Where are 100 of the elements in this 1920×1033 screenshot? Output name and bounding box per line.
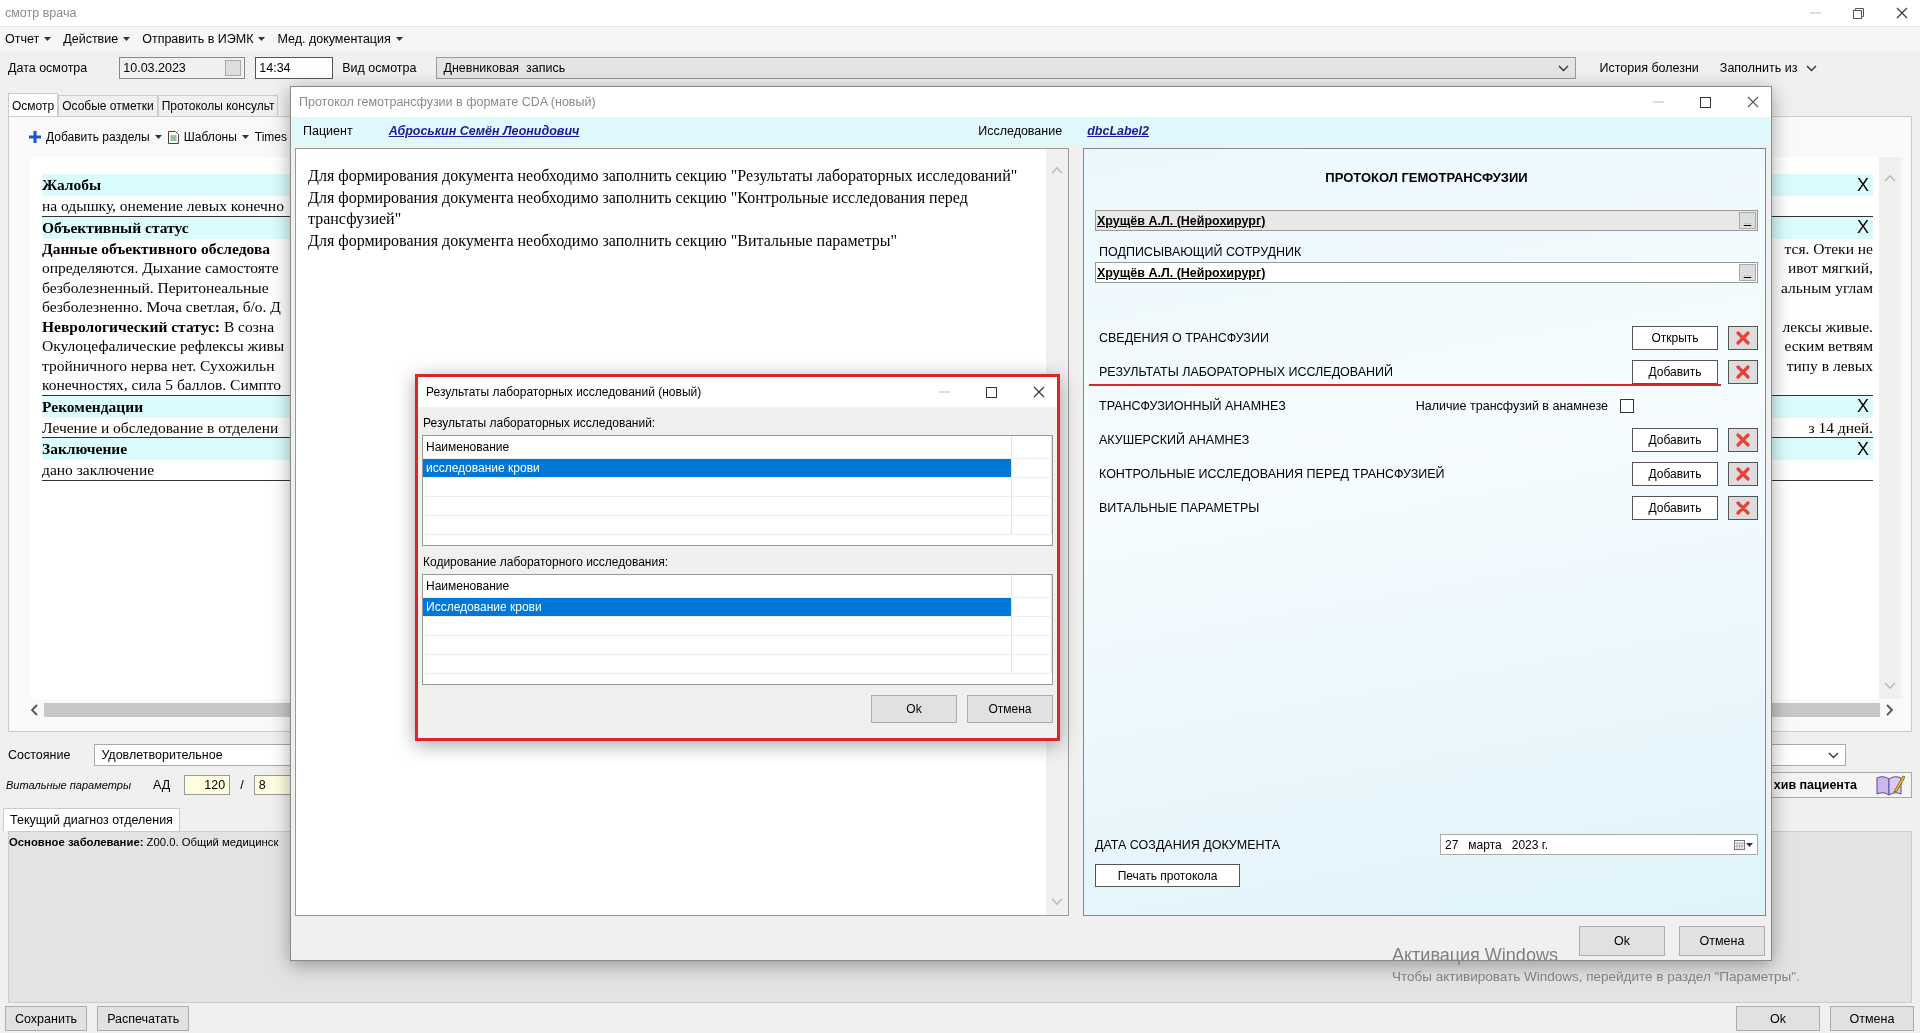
delete-button[interactable]	[1728, 360, 1758, 384]
dialog-title: Результаты лабораторных исследований (новый)	[426, 385, 702, 399]
document-text: типу в левых	[1786, 355, 1873, 375]
document-text: тройничного нерва нет. Сухожильн	[42, 355, 275, 375]
remove-section-button[interactable]: X	[1853, 217, 1873, 238]
delete-button[interactable]	[1728, 326, 1758, 350]
date-picker[interactable]: 27 марта 2023 г.	[1440, 834, 1758, 855]
patient-link[interactable]: Аброськин Семён Леонидович	[388, 124, 580, 138]
table-label: Кодирование лабораторного исследования:	[422, 554, 669, 571]
delete-icon	[1736, 433, 1750, 447]
field-label: Дата осмотра	[8, 61, 88, 75]
section-label: РЕЗУЛЬТАТЫ ЛАБОРАТОРНЫХ ИССЛЕДОВАНИЙ	[1099, 365, 1395, 379]
remove-section-button[interactable]: X	[1853, 174, 1873, 196]
field-label: Витальные параметры	[6, 779, 131, 791]
templates-button[interactable]: Шаблоны	[167, 130, 249, 144]
checkbox[interactable]	[1620, 399, 1634, 413]
delete-button[interactable]	[1728, 496, 1758, 520]
menu-item[interactable]: Отчет	[5, 32, 52, 46]
fill-from-button[interactable]: Заполнить из	[1719, 61, 1818, 75]
scroll-left-icon[interactable]	[31, 704, 38, 716]
activation-text: Чтобы активировать Windows, перейдите в раздел "Параметры".	[1392, 969, 1800, 984]
ok-button[interactable]: Ok	[1579, 926, 1665, 956]
study-link[interactable]: dbcLabel2	[1087, 124, 1149, 138]
delete-button[interactable]	[1728, 428, 1758, 452]
section-label: СВЕДЕНИЯ О ТРАНСФУЗИИ	[1099, 331, 1270, 345]
table-row[interactable]: Исследование крови	[423, 598, 1012, 616]
remove-section-button[interactable]: X	[1853, 438, 1873, 460]
validation-message: Для формирования документа необходимо заполнить секцию "Витальные параметры"	[308, 231, 899, 251]
ok-button[interactable]: Ok	[871, 695, 957, 723]
close-icon[interactable]	[1033, 386, 1045, 398]
chevron-down-icon	[1828, 751, 1840, 759]
document-text: безболезненный. Перитонеальные	[42, 277, 269, 297]
caret-icon	[123, 37, 131, 41]
section-label: ВИТАЛЬНЫЕ ПАРАМЕТРЫ	[1099, 501, 1261, 515]
section-button[interactable]: Добавить	[1632, 428, 1718, 452]
book-icon	[1875, 774, 1905, 796]
close-icon[interactable]	[1747, 96, 1759, 108]
activation-title: Активация Windows	[1392, 945, 1559, 966]
section-button[interactable]: Добавить	[1632, 462, 1718, 486]
section-label: КОНТРОЛЬНЫЕ ИССЛЕДОВАНИЯ ПЕРЕД ТРАНСФУЗИЕЙ	[1099, 467, 1446, 481]
document-text: альным углам	[1781, 277, 1873, 297]
remove-section-button[interactable]: X	[1853, 396, 1873, 417]
field-label: АД	[153, 778, 171, 792]
section-title: Объективный статус	[42, 218, 189, 237]
systolic-field[interactable]: 120	[184, 775, 231, 795]
caret-icon	[1746, 842, 1753, 847]
maximize-icon[interactable]	[1700, 96, 1711, 108]
section-label: ТРАНСФУЗИОННЫЙ АНАМНЕЗ	[1099, 399, 1287, 413]
delete-icon	[1736, 365, 1750, 379]
tab[interactable]: Протоколы консульт	[157, 95, 279, 116]
cancel-button[interactable]: Отмена	[1679, 926, 1765, 956]
document-text: лексы живые.	[1782, 316, 1873, 336]
delete-button[interactable]	[1728, 462, 1758, 486]
document-icon	[167, 130, 179, 144]
section-button[interactable]: Открыть	[1632, 326, 1718, 350]
field-label: Вид осмотра	[342, 61, 417, 75]
print-button[interactable]: Печать протокола	[1095, 864, 1240, 887]
scroll-right-icon[interactable]	[1886, 704, 1893, 716]
document-text: Окулоцефалические рефлексы живы	[42, 336, 285, 356]
tab[interactable]: Осмотр	[8, 93, 59, 116]
menu-item[interactable]: Действие	[63, 32, 131, 46]
menu-item[interactable]: Отправить в ИЭМК	[142, 32, 266, 46]
section-title: Жалобы	[42, 176, 102, 194]
section-button[interactable]: Добавить	[1632, 496, 1718, 520]
date-field[interactable]: 10.03.2023	[119, 57, 246, 79]
menu-item[interactable]: Мед. документация	[277, 32, 403, 46]
footer-button[interactable]: Распечатать	[97, 1006, 190, 1031]
caret-icon	[44, 37, 52, 41]
maximize-icon[interactable]	[986, 386, 997, 398]
author-field[interactable]: Хрущёв А.Л. (Нейрохирург) ...	[1095, 210, 1758, 231]
signer-field[interactable]: Хрущёв А.Л. (Нейрохирург) ...	[1095, 262, 1758, 283]
document-text: з 14 дней.	[1808, 417, 1873, 437]
document-text: определяются. Дыхание самостояте	[42, 258, 279, 278]
document-text: Неврологический статус: В созна	[42, 316, 275, 336]
add-sections-button[interactable]: Добавить разделы	[29, 130, 162, 144]
cancel-button[interactable]: Отмена	[967, 695, 1053, 723]
footer-button[interactable]: Ok	[1736, 1006, 1820, 1031]
delete-icon	[1736, 331, 1750, 345]
plus-icon	[29, 131, 41, 143]
footer-button[interactable]: Отмена	[1830, 1006, 1914, 1031]
dialog-title: Протокол гемотрансфузии в формате CDA (новый)	[299, 95, 596, 109]
document-text: на одышку, онемение левых конечно	[42, 196, 284, 216]
time-field[interactable]: 14:34	[255, 57, 334, 79]
exam-type-dropdown[interactable]: Дневниковая запись	[436, 57, 1577, 79]
close-icon[interactable]	[1896, 7, 1908, 19]
font-dropdown[interactable]: Times	[254, 130, 288, 144]
section-button[interactable]: Добавить	[1632, 360, 1718, 384]
footer-button[interactable]: Сохранить	[5, 1006, 88, 1031]
document-text: еским ветвям	[1784, 336, 1873, 356]
caret-icon	[258, 37, 266, 41]
tab[interactable]: Особые отметки	[58, 95, 158, 116]
field-label: Состояние	[8, 748, 71, 762]
document-text: тся. Отеки не	[1784, 238, 1873, 258]
field-label: ПОДПИСЫВАЮЩИЙ СОТРУДНИК	[1098, 245, 1303, 259]
validation-message: Для формирования документа необходимо заполнить секцию "Результаты лабораторных исследований"	[308, 166, 1019, 186]
restore-icon[interactable]	[1853, 7, 1864, 19]
table-row[interactable]: исследование крови	[423, 459, 1012, 477]
tab[interactable]: Текущий диагноз отделения	[3, 808, 180, 831]
field-label: ДАТА СОЗДАНИЯ ДОКУМЕНТА	[1095, 837, 1281, 852]
history-button[interactable]: История болезни	[1599, 61, 1699, 75]
